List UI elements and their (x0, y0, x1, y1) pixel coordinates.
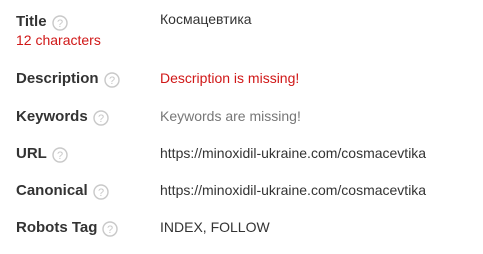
help-icon[interactable]: ? (93, 109, 109, 126)
canonical-label: Canonical (16, 181, 88, 199)
keywords-missing-note: Keywords are missing! (160, 108, 301, 124)
url-label: URL (16, 144, 47, 162)
url-value: https://minoxidil-ukraine.com/cosmacevti… (160, 145, 427, 161)
robots-tag-label: Robots Tag (16, 218, 98, 236)
svg-text:?: ? (98, 113, 104, 125)
title-length-note: 12 characters (16, 32, 101, 48)
canonical-value: https://minoxidil-ukraine.com/cosmacevti… (160, 182, 427, 198)
svg-text:?: ? (57, 18, 63, 30)
description-missing-warning: Description is missing! (160, 70, 300, 86)
svg-text:?: ? (57, 150, 63, 162)
title-value: Космацевтика (160, 11, 252, 27)
svg-text:?: ? (98, 187, 104, 199)
help-icon[interactable]: ? (52, 146, 68, 163)
help-icon[interactable]: ? (51, 14, 68, 31)
keywords-label: Keywords (16, 107, 88, 125)
svg-text:?: ? (107, 224, 113, 236)
title-label: Title (16, 12, 47, 30)
help-icon[interactable]: ? (92, 183, 109, 200)
seo-meta-panel: Title ? 12 characters Космацевтика Descr… (0, 0, 483, 254)
description-label: Description (16, 69, 99, 87)
robots-tag-value: INDEX, FOLLOW (160, 219, 270, 235)
help-icon[interactable]: ? (102, 220, 119, 237)
help-icon[interactable]: ? (103, 71, 120, 88)
svg-text:?: ? (108, 75, 114, 87)
